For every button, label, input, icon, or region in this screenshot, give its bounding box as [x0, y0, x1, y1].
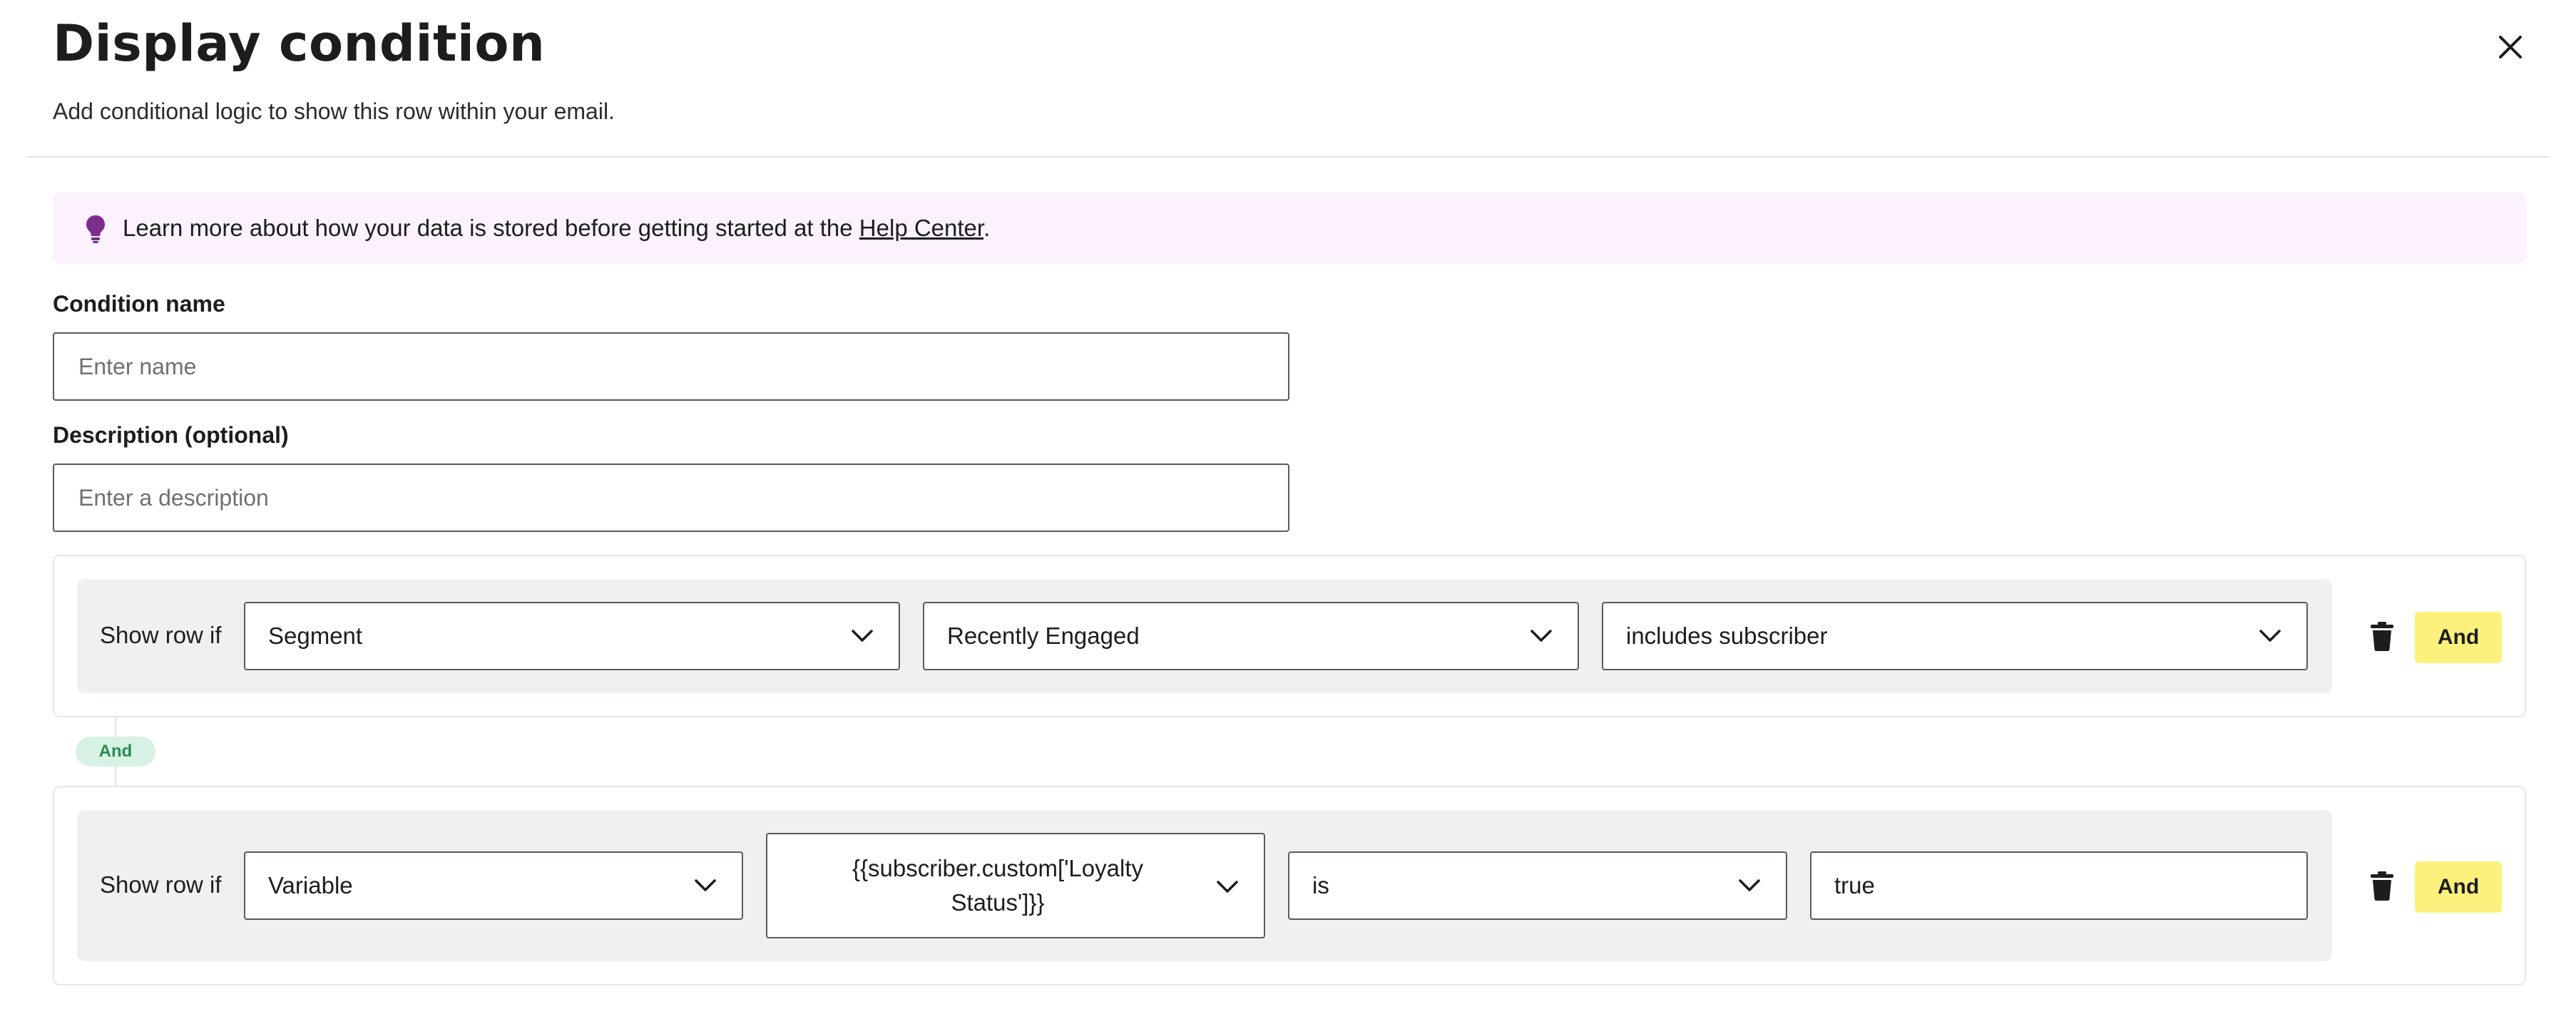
condition-card-1: Show row if Segment Recently Engaged inc…: [53, 555, 2526, 717]
condition-card-2: Show row if Variable {{subscriber.custom…: [53, 786, 2526, 985]
add-and-condition-button[interactable]: And: [2415, 861, 2502, 913]
operator-select[interactable]: includes subscriber: [1602, 602, 2308, 670]
segment-value: Recently Engaged: [947, 623, 1140, 649]
close-icon: [2499, 36, 2522, 58]
show-row-if-label: Show row if: [100, 622, 222, 648]
chevron-down-icon: [852, 630, 873, 642]
segment-select[interactable]: Recently Engaged: [923, 602, 1579, 670]
condition-type-value: Segment: [268, 623, 363, 649]
header-divider: [27, 156, 2549, 158]
condition-row-1: Show row if Segment Recently Engaged inc…: [77, 579, 2332, 693]
condition-type-select[interactable]: Variable: [244, 851, 743, 920]
banner-text-before: Learn more about how your data is stored…: [123, 215, 859, 241]
lightbulb-icon: [86, 215, 105, 243]
operator-value: includes subscriber: [1626, 623, 1828, 649]
operator-value: is: [1312, 872, 1329, 898]
close-button[interactable]: [2490, 27, 2530, 67]
condition-row-2: Show row if Variable {{subscriber.custom…: [77, 810, 2332, 961]
chevron-down-icon: [695, 879, 716, 891]
banner-text: Learn more about how your data is stored…: [123, 215, 990, 242]
page-title: Display condition: [53, 14, 546, 73]
add-and-condition-button[interactable]: And: [2415, 612, 2502, 663]
description-input[interactable]: [53, 464, 1289, 532]
condition-name-input[interactable]: [53, 332, 1289, 401]
condition-value-input[interactable]: [1810, 851, 2308, 920]
chevron-down-icon: [1217, 881, 1238, 893]
condition-type-select[interactable]: Segment: [244, 602, 900, 670]
operator-select[interactable]: is: [1288, 851, 1787, 920]
condition-name-label: Condition name: [53, 291, 225, 317]
info-banner: Learn more about how your data is stored…: [53, 193, 2526, 264]
condition-type-value: Variable: [268, 872, 353, 898]
variable-select[interactable]: {{subscriber.custom['Loyalty Status']}}: [766, 833, 1265, 938]
chevron-down-icon: [2259, 630, 2281, 642]
variable-value: {{subscriber.custom['Loyalty Status']}}: [852, 855, 1143, 916]
trash-icon[interactable]: [2369, 870, 2395, 901]
chevron-down-icon: [1739, 879, 1760, 891]
trash-icon[interactable]: [2369, 620, 2395, 652]
show-row-if-label: Show row if: [100, 871, 222, 898]
chevron-down-icon: [1530, 630, 1552, 642]
help-center-link[interactable]: Help Center: [859, 215, 983, 241]
and-connector-badge: And: [76, 737, 155, 767]
page-subtitle: Add conditional logic to show this row w…: [53, 98, 615, 124]
description-label: Description (optional): [53, 422, 289, 448]
banner-text-after: .: [983, 215, 991, 241]
